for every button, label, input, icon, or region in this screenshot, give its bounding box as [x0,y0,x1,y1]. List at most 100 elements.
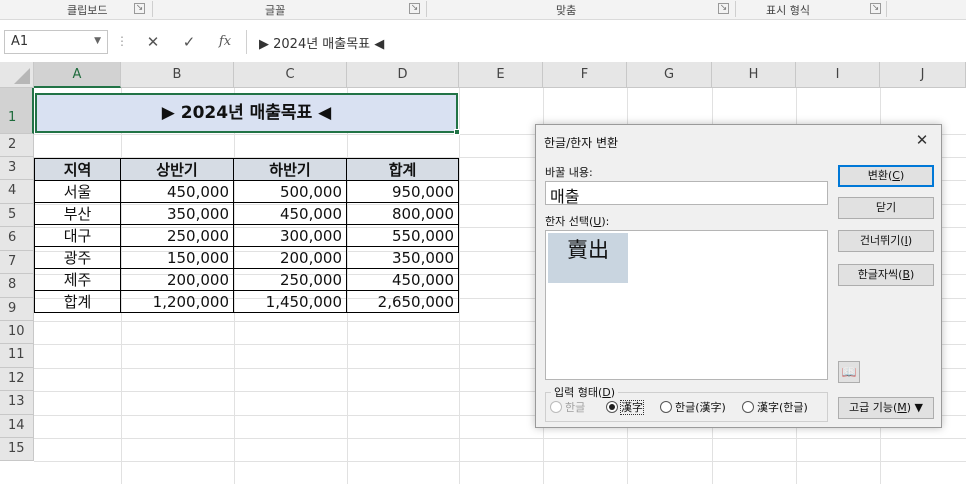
hanja-label-prefix: 한자 선택( [545,215,594,228]
hanja-list[interactable]: 賣出 [545,230,828,380]
table-cell[interactable]: 합계 [34,290,121,313]
table-cell[interactable]: 200,000 [120,268,234,291]
radio-hanja[interactable]: 漢字 [606,400,644,415]
hanja-option[interactable]: 賣出 [548,233,628,283]
row-header-2[interactable]: 2 [0,134,34,157]
radio-hanja-hangul[interactable]: 漢字(한글) [742,401,808,415]
char-suffix: ) [910,268,915,281]
advanced-suffix: ) ▼ [906,401,924,414]
table-cell[interactable]: 350,000 [120,202,234,225]
fill-handle[interactable] [454,129,460,135]
number-launcher-icon[interactable]: ↘ [870,3,881,14]
header-cell[interactable]: 합계 [346,158,459,181]
column-header-j[interactable]: J [880,62,966,88]
table-cell[interactable]: 800,000 [346,202,459,225]
column-header-i[interactable]: I [796,62,880,88]
dictionary-button[interactable]: 📖 [838,361,860,383]
row-header-4[interactable]: 4 [0,180,34,204]
table-cell[interactable]: 2,650,000 [346,290,459,313]
sales-table: 지역 상반기 하반기 합계 서울 450,000 500,000 950,000… [34,158,459,313]
column-header-b[interactable]: B [121,62,234,88]
table-cell[interactable]: 250,000 [233,268,347,291]
select-all-button[interactable] [0,62,34,88]
column-header-e[interactable]: E [459,62,543,88]
table-cell[interactable]: 부산 [34,202,121,225]
row-header-5[interactable]: 5 [0,204,34,227]
title-cell[interactable]: ▶ 2024년 매출목표 ◀ [35,93,458,133]
table-cell[interactable]: 250,000 [120,224,234,247]
column-header-d[interactable]: D [347,62,459,88]
skip-button[interactable]: 건너뛰기(I) [838,230,934,252]
table-cell[interactable]: 450,000 [233,202,347,225]
close-icon[interactable]: ✕ [911,129,933,151]
row-header-7[interactable]: 7 [0,251,34,274]
name-box[interactable]: A1 ▼ [4,30,108,54]
enter-icon[interactable]: ✓ [180,33,198,51]
row-header-1[interactable]: 1 [0,88,34,134]
column-header-c[interactable]: C [234,62,347,88]
skip-suffix: ) [907,234,913,247]
char-prefix: 한글자씩( [857,268,903,281]
table-row: 광주 150,000 200,000 350,000 [34,246,459,269]
table-cell[interactable]: 300,000 [233,224,347,247]
table-cell[interactable]: 450,000 [346,268,459,291]
row-header-13[interactable]: 13 [0,391,34,415]
table-cell[interactable]: 광주 [34,246,121,269]
gridline [34,438,966,439]
char-by-char-button[interactable]: 한글자씩(B) [838,264,934,286]
formula-input[interactable]: ▶ 2024년 매출목표 ◀ [246,30,966,54]
table-cell[interactable]: 제주 [34,268,121,291]
source-text-field[interactable]: 매출 [545,181,828,206]
column-header-g[interactable]: G [627,62,712,88]
alignment-launcher-icon[interactable]: ↘ [718,3,729,14]
column-header-f[interactable]: F [543,62,627,88]
table-cell[interactable]: 500,000 [233,180,347,203]
table-cell[interactable]: 200,000 [233,246,347,269]
clipboard-launcher-icon[interactable]: ↘ [134,3,145,14]
advanced-prefix: 고급 기능( [848,401,898,414]
insert-function-icon[interactable]: fx [216,33,234,51]
header-cell[interactable]: 하반기 [233,158,347,181]
dialog-title: 한글/한자 변환 [544,136,619,150]
close-button[interactable]: 닫기 [838,197,934,219]
ribbon-separator [152,1,153,17]
radio-off-icon [660,401,672,413]
input-form-label: 입력 형태(D) [551,384,619,400]
table-row: 대구 250,000 300,000 550,000 [34,224,459,247]
row-header-14[interactable]: 14 [0,415,34,438]
table-cell[interactable]: 150,000 [120,246,234,269]
advanced-button[interactable]: 고급 기능(M) ▼ [838,397,934,419]
table-cell[interactable]: 550,000 [346,224,459,247]
chevron-down-icon[interactable]: ▼ [94,36,101,46]
table-cell[interactable]: 1,200,000 [120,290,234,313]
header-cell[interactable]: 지역 [34,158,121,181]
hanja-label-suffix: ): [601,215,610,228]
header-cell[interactable]: 상반기 [120,158,234,181]
table-cell[interactable]: 1,450,000 [233,290,347,313]
row-header-10[interactable]: 10 [0,321,34,344]
column-header-a[interactable]: A [34,62,121,88]
font-launcher-icon[interactable]: ↘ [409,3,420,14]
table-cell[interactable]: 450,000 [120,180,234,203]
row-header-6[interactable]: 6 [0,227,34,251]
table-row: 부산 350,000 450,000 800,000 [34,202,459,225]
convert-button[interactable]: 변환(C) [838,165,934,187]
table-row: 제주 200,000 250,000 450,000 [34,268,459,291]
table-cell[interactable]: 350,000 [346,246,459,269]
row-header-3[interactable]: 3 [0,157,34,180]
table-cell[interactable]: 950,000 [346,180,459,203]
drag-handle-icon[interactable]: ⋮ [116,34,128,48]
row-header-11[interactable]: 11 [0,344,34,368]
hanja-select-label: 한자 선택(U): [545,213,609,229]
column-header-h[interactable]: H [712,62,796,88]
table-row: 합계 1,200,000 1,450,000 2,650,000 [34,290,459,313]
cancel-icon[interactable]: ✕ [144,33,162,51]
row-header-9[interactable]: 9 [0,298,34,321]
table-cell[interactable]: 서울 [34,180,121,203]
table-cell[interactable]: 대구 [34,224,121,247]
row-header-12[interactable]: 12 [0,368,34,391]
row-header-8[interactable]: 8 [0,274,34,298]
radio-hangul-hanja[interactable]: 한글(漢字) [660,401,726,415]
row-header-15[interactable]: 15 [0,438,34,461]
ribbon-separator [735,1,736,17]
